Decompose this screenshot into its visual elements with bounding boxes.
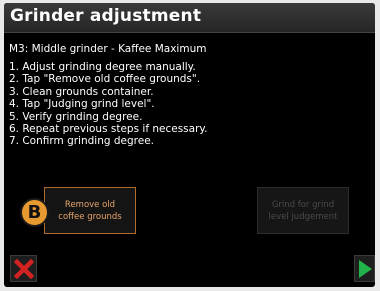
instruction-step: 7. Confirm grinding degree. (9, 135, 155, 148)
instruction-step: 6. Repeat previous steps if necessary. (9, 123, 208, 136)
x-icon (13, 258, 34, 279)
grinder-subtitle: M3: Middle grinder - Kaffee Maximum (9, 43, 207, 55)
remove-old-coffee-grounds-button[interactable]: Remove old coffee grounds (44, 187, 136, 234)
title-bar: Grinder adjustment (4, 3, 375, 33)
instruction-list: 1. Adjust grinding degree manually. 2. T… (9, 61, 207, 148)
page-title: Grinder adjustment (10, 6, 202, 26)
instruction-step: 3. Clean grounds container. (9, 85, 154, 98)
device-screen: Grinder adjustment M3: Middle grinder - … (4, 3, 375, 287)
instruction-step: 2. Tap "Remove old coffee grounds". (9, 73, 201, 86)
instruction-step: 5. Verify grinding degree. (9, 110, 143, 123)
remove-old-coffee-grounds-label: Remove old coffee grounds (58, 199, 122, 222)
callout-badge: B (20, 198, 49, 227)
instruction-step: 4. Tap "Judging grind level". (9, 98, 155, 111)
play-arrow-icon (358, 259, 372, 278)
grind-for-judgement-label: Grind for grind level judgement (268, 199, 338, 222)
instruction-step: 1. Adjust grinding degree manually. (9, 61, 196, 73)
cancel-button[interactable] (10, 255, 37, 282)
confirm-button[interactable] (354, 255, 375, 282)
grind-for-judgement-button[interactable]: Grind for grind level judgement (257, 187, 349, 234)
